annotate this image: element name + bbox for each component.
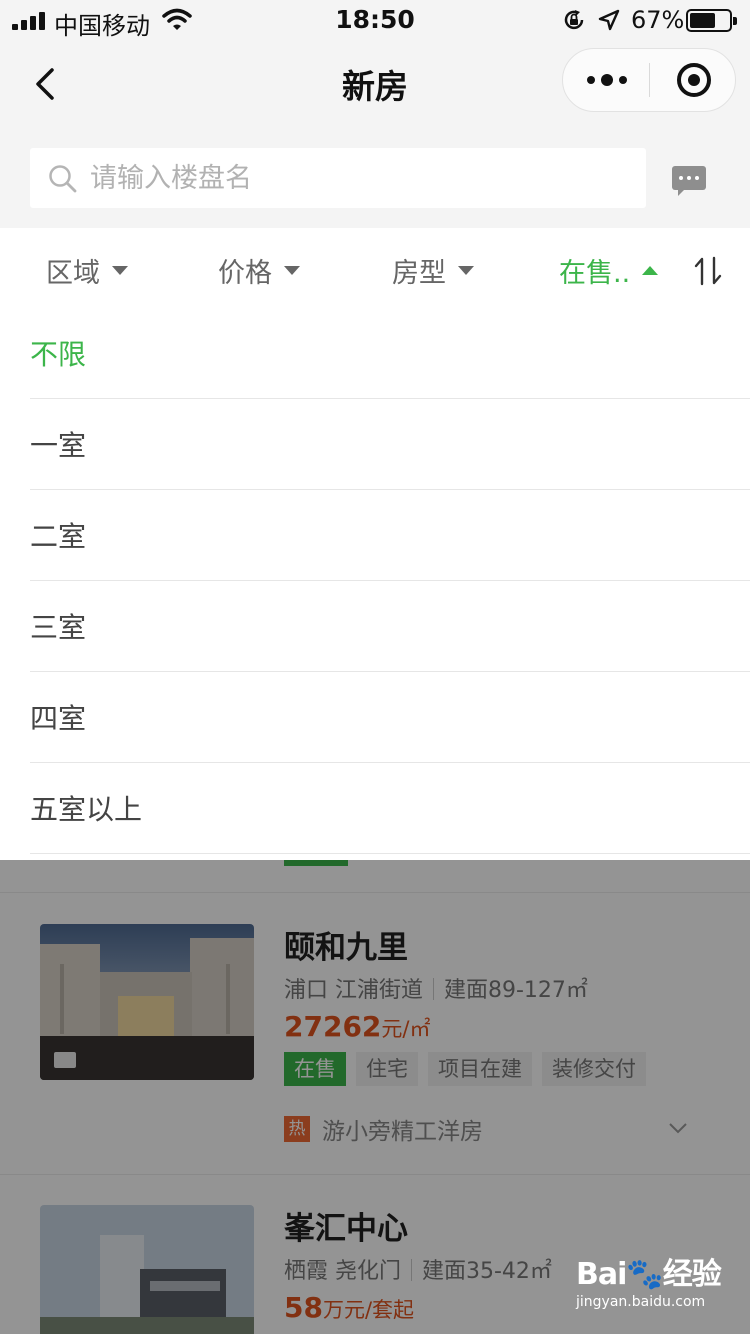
status-bar: 中国移动 18:50 67%	[0, 0, 750, 40]
search-area	[0, 128, 750, 228]
nav-bar: 新房	[0, 40, 750, 128]
sort-icon[interactable]	[694, 256, 722, 286]
search-icon	[49, 165, 77, 193]
orientation-lock-icon	[564, 10, 584, 30]
filter-tab-layout[interactable]: 房型	[392, 228, 474, 312]
option-two-rooms[interactable]: 二室	[30, 490, 750, 581]
filter-tab-price[interactable]: 价格	[218, 228, 300, 312]
option-unlimited[interactable]: 不限	[30, 308, 750, 399]
filter-tab-label: 区域	[46, 257, 100, 289]
option-three-rooms[interactable]: 三室	[30, 581, 750, 672]
search-input[interactable]	[90, 148, 630, 208]
filter-panel: 区域 价格 房型 在售.. 不限 一室 二室 三室 四室 五室以上	[0, 228, 750, 860]
message-icon[interactable]	[672, 166, 706, 196]
search-box	[30, 148, 646, 208]
option-five-plus-rooms[interactable]: 五室以上	[30, 763, 750, 854]
more-icon[interactable]	[563, 49, 650, 111]
dropdown-overlay[interactable]	[0, 860, 750, 1334]
filter-tab-region[interactable]: 区域	[46, 228, 128, 312]
caret-down-icon	[458, 265, 474, 275]
filter-tab-status[interactable]: 在售..	[559, 228, 659, 312]
filter-bar: 区域 价格 房型 在售..	[0, 228, 750, 312]
battery-icon	[686, 9, 737, 32]
battery-percent: 67%	[631, 6, 685, 34]
back-icon[interactable]	[26, 62, 70, 106]
miniprogram-capsule	[562, 48, 736, 112]
option-four-rooms[interactable]: 四室	[30, 672, 750, 763]
location-icon	[598, 9, 620, 31]
caret-down-icon	[284, 265, 300, 275]
filter-tab-label: 在售..	[559, 257, 631, 289]
close-miniprogram-icon[interactable]	[650, 49, 737, 111]
option-one-room[interactable]: 一室	[30, 399, 750, 490]
layout-options-list: 不限 一室 二室 三室 四室 五室以上	[30, 308, 750, 854]
caret-up-icon	[642, 265, 659, 275]
filter-tab-label: 房型	[392, 257, 446, 289]
filter-tab-label: 价格	[218, 257, 272, 289]
caret-down-icon	[112, 265, 128, 275]
